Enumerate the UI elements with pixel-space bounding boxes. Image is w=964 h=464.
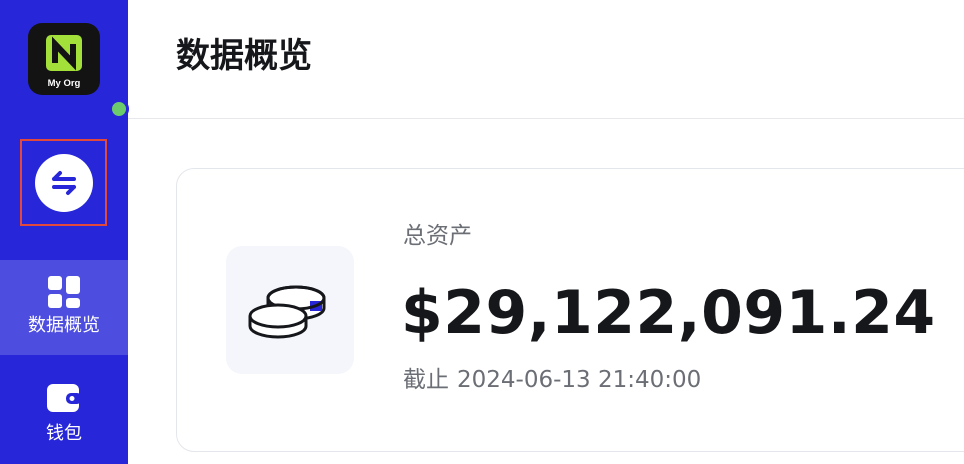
as-of-timestamp: 截止 2024-06-13 21:40:00: [403, 363, 701, 397]
total-assets-card: 总资产 $29,122,091.24 截止 2024-06-13 21:40:00: [176, 168, 964, 452]
switch-org-button[interactable]: [20, 139, 107, 226]
as-of-prefix: 截止: [403, 367, 449, 393]
org-status-dot: [109, 99, 129, 119]
total-assets-value: $29,122,091.24: [401, 278, 936, 348]
sidebar-item-label: 数据概览: [28, 315, 100, 336]
org-logo[interactable]: My Org: [28, 23, 129, 119]
coins-icon: [248, 285, 326, 339]
org-name: My Org: [47, 78, 81, 89]
sidebar-item-wallet[interactable]: 钱包: [0, 374, 128, 464]
wallet-icon: [47, 384, 82, 412]
as-of-time: 2024-06-13 21:40:00: [457, 367, 702, 393]
page-title: 数据概览: [176, 36, 312, 76]
sidebar-item-overview[interactable]: 数据概览: [0, 260, 128, 355]
main-content: 总资产 $29,122,091.24 截止 2024-06-13 21:40:00: [128, 120, 964, 464]
switch-circle: [35, 154, 93, 212]
dashboard-grid-icon: [48, 276, 80, 308]
sidebar: My Org 数据概览 钱包: [0, 0, 129, 464]
swap-arrows-icon: [52, 171, 76, 195]
app: My Org 数据概览 钱包 数据概览 总资产 $29,122,091.24 截…: [0, 0, 964, 464]
coin-tile: [226, 246, 354, 374]
org-logo-icon: [46, 35, 82, 71]
sidebar-item-label: 钱包: [46, 423, 82, 444]
total-assets-label: 总资产: [403, 223, 472, 249]
header: 数据概览: [128, 0, 964, 119]
